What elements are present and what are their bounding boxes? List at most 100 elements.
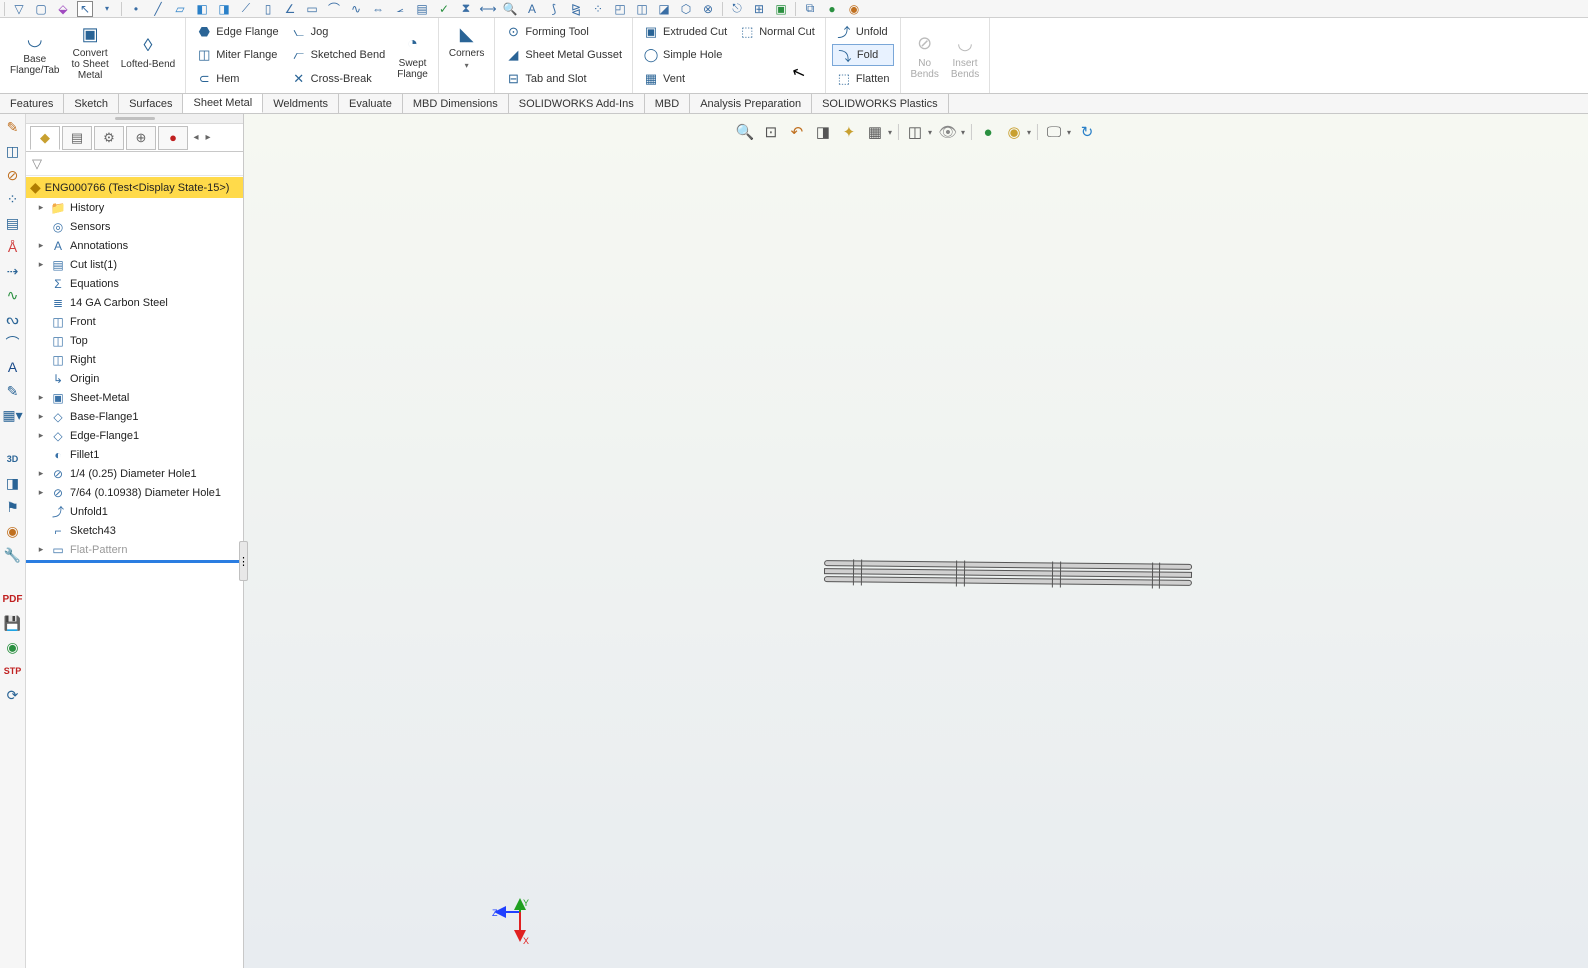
chevron-down-icon[interactable]: ▾ (1027, 128, 1031, 137)
sheet-metal-gusset-button[interactable]: ◢Sheet Metal Gusset (501, 44, 626, 66)
line-icon[interactable]: ╱ (150, 1, 166, 17)
extruded-cut-button[interactable]: ▣Extruded Cut (639, 21, 731, 43)
scene-icon[interactable]: ◉ (1004, 122, 1024, 142)
cursor-icon[interactable]: ↖ (77, 1, 93, 17)
tree-node[interactable]: ΣEquations (26, 274, 243, 293)
simple-hole-button[interactable]: ◯Simple Hole (639, 44, 731, 66)
globe-icon[interactable]: ● (824, 1, 840, 17)
fm-tab-tree[interactable]: ◆ (30, 126, 60, 150)
tree-node[interactable]: ▸⊘1/4 (0.25) Diameter Hole1 (26, 464, 243, 483)
miter-flange-button[interactable]: ◫Miter Flange (192, 44, 282, 66)
tab-weldments[interactable]: Weldments (263, 94, 339, 113)
tree-node[interactable]: ▸▭Flat-Pattern (26, 540, 243, 559)
hem-button[interactable]: ⊂Hem (192, 68, 282, 90)
tab-solidworks-plastics[interactable]: SOLIDWORKS Plastics (812, 94, 949, 113)
rail-box-icon[interactable]: ◨ (4, 474, 22, 492)
tab-surfaces[interactable]: Surfaces (119, 94, 183, 113)
edge-flange-button[interactable]: ⬣Edge Flange (192, 21, 282, 43)
cube-icon[interactable]: ◨ (216, 1, 232, 17)
expand-icon[interactable]: ▸ (36, 202, 46, 213)
section-view-icon[interactable]: ◨ (813, 122, 833, 142)
expand-icon[interactable]: ▸ (36, 468, 46, 479)
spline-icon[interactable]: ∿ (348, 1, 364, 17)
expand-icon[interactable]: ▸ (36, 240, 46, 251)
shell-icon[interactable]: ◰ (612, 1, 628, 17)
fold-button[interactable]: ⤵Fold (832, 44, 894, 66)
rail-hole-icon[interactable]: ⊘ (4, 166, 22, 184)
hide-show-icon[interactable]: 👁 (938, 122, 958, 142)
fm-tab-appearance[interactable]: ● (158, 126, 188, 150)
rail-flag-icon[interactable]: ⚑ (4, 498, 22, 516)
search-icon[interactable]: 🔍 (502, 1, 518, 17)
dynamic-icon[interactable]: ✦ (839, 122, 859, 142)
tree-node[interactable]: ◎Sensors (26, 217, 243, 236)
pattern-icon[interactable]: ⁘ (590, 1, 606, 17)
tree-node[interactable]: ▸◇Edge-Flange1 (26, 426, 243, 445)
rebuild-icon[interactable]: ↻ (1077, 122, 1097, 142)
expand-icon[interactable]: ▸ (36, 430, 46, 441)
select-filter-icon[interactable]: ⬙ (55, 1, 71, 17)
fm-tab-scroll-right[interactable]: ▸ (202, 128, 214, 148)
rail-globe-icon[interactable]: ◉ (4, 638, 22, 656)
vent-button[interactable]: ▦Vent (639, 68, 731, 90)
display-style-icon[interactable]: ◫ (905, 122, 925, 142)
tab-mbd-dimensions[interactable]: MBD Dimensions (403, 94, 509, 113)
view-orient-icon[interactable]: ▦ (865, 122, 885, 142)
measure-icon[interactable]: ⇔ (370, 1, 386, 17)
zoom-area-icon[interactable]: ⊡ (761, 122, 781, 142)
window-icon[interactable]: ⧉ (802, 1, 818, 17)
ref-icon[interactable]: ⊞ (751, 1, 767, 17)
config-icon[interactable]: ▣ (773, 1, 789, 17)
rail-arc-icon[interactable]: ⌒ (4, 334, 22, 352)
rail-pdf-icon[interactable]: PDF (4, 590, 22, 608)
tab-sheet-metal[interactable]: Sheet Metal (183, 94, 263, 113)
corners-button[interactable]: ◣ Corners ▾ (443, 20, 491, 72)
expand-icon[interactable]: ▸ (36, 259, 46, 270)
box-icon[interactable]: ◧ (194, 1, 210, 17)
rib-icon[interactable]: ◫ (634, 1, 650, 17)
chevron-down-icon[interactable]: ▾ (928, 128, 932, 137)
view-triad[interactable]: Z Y X (492, 900, 532, 940)
tree-node[interactable]: ⤴Unfold1 (26, 502, 243, 521)
chevron-down-icon[interactable]: ▾ (888, 128, 892, 137)
rail-sketch-icon[interactable]: ✎ (4, 118, 22, 136)
prev-view-icon[interactable]: ↶ (787, 122, 807, 142)
angle-icon[interactable]: ∠ (282, 1, 298, 17)
cross-break-button[interactable]: ✕Cross-Break (287, 68, 390, 90)
edge-icon[interactable]: ⟋ (238, 1, 254, 17)
draft2-icon[interactable]: ◪ (656, 1, 672, 17)
appearance-icon[interactable]: ● (978, 122, 998, 142)
rail-pattern-icon[interactable]: ⁘ (4, 190, 22, 208)
tree-node[interactable]: ◫Top (26, 331, 243, 350)
rail-table-icon[interactable]: ▦▾ (4, 406, 22, 424)
rail-spline-icon[interactable]: ᔓ (4, 310, 22, 328)
tree-node[interactable]: ▸◇Base-Flange1 (26, 407, 243, 426)
tree-node[interactable]: ▸AAnnotations (26, 236, 243, 255)
rail-measure-icon[interactable]: Å (4, 238, 22, 256)
tree-node[interactable]: ◫Right (26, 350, 243, 369)
fm-tab-display[interactable]: ⊕ (126, 126, 156, 150)
rect-icon[interactable]: ▭ (304, 1, 320, 17)
chevron-down-icon[interactable]: ▾ (1067, 128, 1071, 137)
flatten-button[interactable]: ⬚Flatten (832, 68, 894, 90)
tree-node[interactable]: ▸▤Cut list(1) (26, 255, 243, 274)
tree-node[interactable]: ◐Fillet1 (26, 445, 243, 464)
rail-curve-icon[interactable]: ∿ (4, 286, 22, 304)
fm-tab-scroll-left[interactable]: ◂ (190, 128, 202, 148)
rail-ref-icon[interactable]: ▤ (4, 214, 22, 232)
curve-icon[interactable]: ⟆ (546, 1, 562, 17)
point-icon[interactable]: • (128, 1, 144, 17)
tab-features[interactable]: Features (0, 94, 64, 113)
help-icon[interactable]: ◉ (846, 1, 862, 17)
jog-button[interactable]: ⦦Jog (287, 21, 390, 43)
rollback-bar[interactable] (26, 560, 243, 563)
rail-appear-icon[interactable]: ◉ (4, 522, 22, 540)
draft-icon[interactable]: ⧗ (458, 1, 474, 17)
tree-node[interactable]: ▸▣Sheet-Metal (26, 388, 243, 407)
expand-icon[interactable]: ▸ (36, 392, 46, 403)
intersect-icon[interactable]: ⊗ (700, 1, 716, 17)
tab-analysis-preparation[interactable]: Analysis Preparation (690, 94, 812, 113)
swept-flange-button[interactable]: ◔ Swept Flange (391, 20, 434, 91)
convert-sheet-metal-button[interactable]: ▣ Convert to Sheet Metal (65, 20, 114, 83)
tree-root[interactable]: ◆ ENG000766 (Test<Display State-15>) (26, 177, 243, 198)
